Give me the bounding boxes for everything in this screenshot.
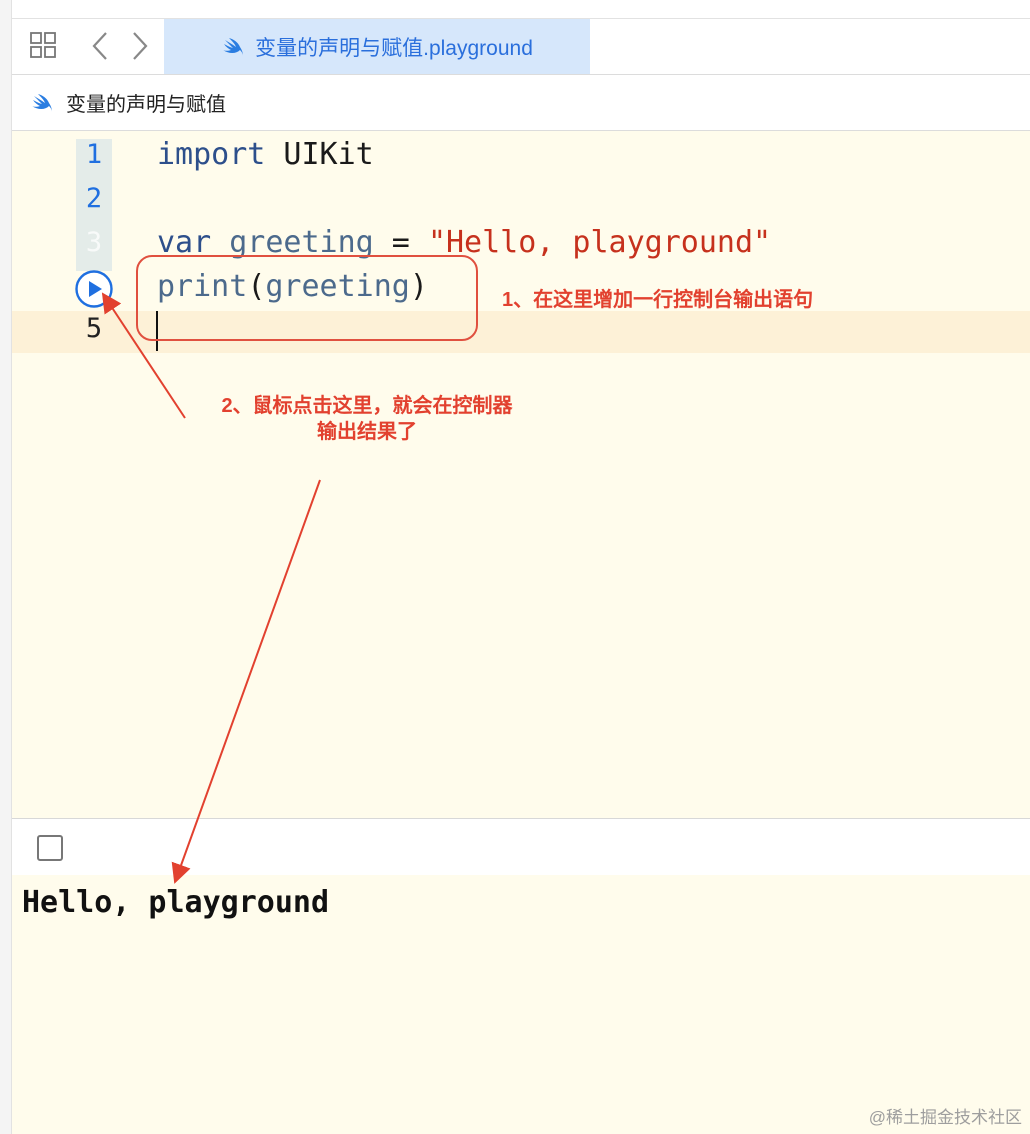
- line-number: 1: [85, 139, 103, 170]
- annotation-note-2-line-1: 2、鼠标点击这里，就会在控制器: [221, 395, 513, 417]
- annotation-note-2-line-2: 输出结果了: [317, 421, 417, 443]
- left-edge: [0, 0, 12, 1134]
- breadcrumb: 变量的声明与赋值: [12, 75, 1030, 131]
- chevron-right-icon[interactable]: [130, 30, 150, 62]
- console-output-area: Hello, playground @稀土掘金技术社区: [12, 875, 1030, 1134]
- swift-icon: [32, 93, 52, 112]
- swift-icon: [223, 37, 244, 56]
- code-editor[interactable]: 1 2 3 5 import UIKit var greeting = "Hel…: [12, 131, 1030, 818]
- code-line: import UIKit: [157, 137, 374, 172]
- console-toolbar: [12, 818, 1030, 876]
- line-number: 2: [85, 183, 103, 214]
- console-output: Hello, playground: [22, 885, 330, 920]
- breadcrumb-label[interactable]: 变量的声明与赋值: [66, 88, 226, 117]
- grid-icon[interactable]: [30, 32, 56, 58]
- line-number: 3: [85, 227, 103, 258]
- chevron-left-icon[interactable]: [90, 30, 110, 62]
- annotation-note-2: 2、鼠标点击这里，就会在控制器 输出结果了: [142, 393, 592, 445]
- play-icon[interactable]: [74, 269, 114, 309]
- hide-console-toggle[interactable]: [37, 835, 63, 861]
- watermark: @稀土掘金技术社区: [868, 1108, 1022, 1127]
- code-text: UIKit: [265, 137, 374, 172]
- annotation-note-1: 1、在这里增加一行控制台输出语句: [502, 289, 814, 311]
- line-number: 5: [85, 313, 103, 344]
- keyword: import: [157, 137, 266, 172]
- tab-playground[interactable]: 变量的声明与赋值.playground: [164, 19, 590, 74]
- tab-label: 变量的声明与赋值.playground: [255, 36, 533, 60]
- annotation-highlight-box: [136, 255, 478, 341]
- string-literal: "Hello, playground": [427, 225, 772, 260]
- tab-bar: 变量的声明与赋值.playground: [12, 0, 1030, 75]
